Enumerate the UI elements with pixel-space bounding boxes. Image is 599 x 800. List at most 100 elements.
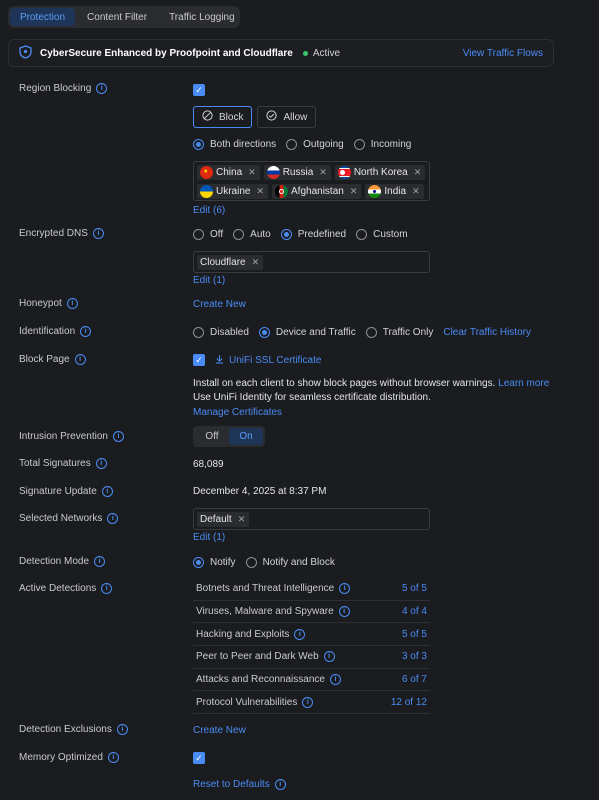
country-tags-field[interactable]: ★ China ✕ Russia ✕ North Korea ✕ Ukraine ✕ A…: [193, 161, 430, 201]
remove-icon[interactable]: ✕: [256, 186, 264, 197]
detection-count[interactable]: 12 of 12: [391, 697, 427, 708]
block-page-checkbox[interactable]: ✓: [193, 354, 205, 366]
networks-field[interactable]: Default ✕: [193, 508, 430, 530]
radio-outgoing[interactable]: Outgoing: [286, 139, 344, 150]
region-blocking-checkbox[interactable]: ✓: [193, 84, 205, 96]
allow-option[interactable]: Allow: [257, 106, 317, 128]
info-icon[interactable]: i: [112, 431, 124, 442]
detection-row[interactable]: Botnets and Threat Intelligence i 5 of 5: [193, 578, 430, 601]
info-icon[interactable]: i: [74, 354, 86, 365]
info-icon[interactable]: i: [339, 583, 351, 595]
radio-identification-traffic-only[interactable]: Traffic Only: [365, 327, 433, 338]
info-icon[interactable]: i: [338, 606, 350, 618]
ips-on-option[interactable]: On: [229, 428, 263, 445]
info-icon[interactable]: i: [101, 583, 113, 594]
allow-label: Allow: [283, 111, 308, 123]
honeypot-create-link[interactable]: Create New: [193, 299, 246, 310]
manage-certificates-link[interactable]: Manage Certificates: [193, 407, 282, 418]
info-icon[interactable]: i: [96, 83, 108, 94]
radio-dns-predefined[interactable]: Predefined: [280, 229, 346, 240]
info-icon[interactable]: i: [94, 556, 106, 567]
networks-edit-link[interactable]: Edit (1): [193, 532, 225, 543]
radio-identification-device-traffic[interactable]: Device and Traffic: [258, 327, 356, 338]
block-option[interactable]: Block: [193, 106, 253, 128]
detection-row[interactable]: Attacks and Reconnaissance i 6 of 7: [193, 669, 430, 692]
download-certificate-link[interactable]: UniFi SSL Certificate: [215, 354, 321, 367]
radio-notify[interactable]: Notify: [193, 557, 236, 568]
reset-label: Reset to Defaults: [193, 779, 270, 790]
remove-icon[interactable]: ✕: [238, 514, 246, 525]
radio-notify-and-block[interactable]: Notify and Block: [245, 557, 335, 568]
info-icon[interactable]: i: [95, 458, 107, 469]
remove-icon[interactable]: ✕: [248, 167, 256, 178]
info-icon[interactable]: i: [107, 513, 119, 524]
detection-row[interactable]: Protocol Vulnerabilities i 12 of 12: [193, 691, 430, 715]
remove-icon[interactable]: ✕: [350, 186, 358, 197]
info-icon[interactable]: i: [302, 696, 314, 708]
detection-exclusions-label: Detection Exclusions i: [19, 724, 128, 735]
detection-count[interactable]: 5 of 5: [402, 629, 427, 640]
india-flag-icon: [368, 185, 382, 198]
radio-incoming[interactable]: Incoming: [353, 139, 411, 150]
tab-protection[interactable]: Protection: [10, 8, 76, 26]
info-icon[interactable]: i: [294, 628, 306, 640]
detection-row[interactable]: Hacking and Exploits i 5 of 5: [193, 623, 430, 647]
tab-content-filter[interactable]: Content Filter: [77, 8, 157, 26]
region-edit-link[interactable]: Edit (6): [193, 205, 225, 216]
active-detections-label: Active Detections i: [19, 583, 113, 594]
info-icon[interactable]: i: [80, 326, 92, 337]
detection-row[interactable]: Viruses, Malware and Spyware i 4 of 4: [193, 601, 430, 624]
info-icon[interactable]: i: [323, 651, 335, 663]
radio-both-directions[interactable]: Both directions: [193, 139, 276, 150]
view-traffic-flows-link[interactable]: View Traffic Flows: [463, 48, 543, 59]
detection-count[interactable]: 4 of 4: [402, 606, 427, 617]
remove-icon[interactable]: ✕: [412, 186, 420, 197]
detection-count[interactable]: 6 of 7: [402, 674, 427, 685]
selected-networks-label: Selected Networks i: [19, 513, 119, 524]
top-tabs: Protection Content Filter Traffic Loggin…: [8, 6, 240, 28]
radio-dns-custom[interactable]: Custom: [356, 229, 408, 240]
detection-count[interactable]: 5 of 5: [402, 583, 427, 594]
active-detections-table: Botnets and Threat Intelligence i 5 of 5 V…: [193, 578, 430, 715]
certificate-label: UniFi SSL Certificate: [229, 355, 322, 366]
detection-count[interactable]: 3 of 3: [402, 651, 427, 662]
tab-traffic-logging[interactable]: Traffic Logging: [159, 8, 245, 26]
china-flag-icon: ★: [200, 166, 213, 179]
radio-dns-auto[interactable]: Auto: [233, 229, 271, 240]
info-icon[interactable]: i: [116, 724, 128, 735]
remove-icon[interactable]: ✕: [252, 257, 260, 268]
total-signatures-label: Total Signatures i: [19, 458, 107, 469]
remove-icon[interactable]: ✕: [319, 167, 327, 178]
exclusions-create-link[interactable]: Create New: [193, 725, 246, 736]
radio-dns-off[interactable]: Off: [193, 229, 223, 240]
dns-edit-link[interactable]: Edit (1): [193, 275, 225, 286]
info-icon[interactable]: i: [92, 228, 104, 239]
reset-defaults-link[interactable]: Reset to Defaults i: [193, 779, 286, 790]
country-tag-china: ★ China ✕: [197, 165, 260, 180]
signature-update-label: Signature Update i: [19, 486, 113, 497]
region-blocking-label: Region Blocking i: [19, 83, 108, 94]
info-icon[interactable]: i: [66, 298, 78, 309]
intrusion-prevention-toggle: Off On: [193, 426, 265, 447]
clear-traffic-history-link[interactable]: Clear Traffic History: [443, 327, 531, 338]
detection-row[interactable]: Peer to Peer and Dark Web i 3 of 3: [193, 646, 430, 669]
learn-more-link[interactable]: Learn more: [498, 378, 549, 389]
ukraine-flag-icon: [200, 185, 213, 198]
block-page-label: Block Page i: [19, 354, 86, 365]
detection-mode-radio-group: Notify Notify and Block: [193, 557, 345, 568]
info-icon[interactable]: i: [101, 486, 113, 497]
block-page-desc-2: Use UniFi Identity for seamless certific…: [193, 392, 431, 403]
country-tag-north-korea: North Korea ✕: [334, 165, 426, 180]
dns-server-field[interactable]: Cloudflare ✕: [193, 251, 430, 273]
block-icon: [202, 110, 213, 124]
memory-optimized-checkbox[interactable]: ✓: [193, 752, 205, 764]
honeypot-label: Honeypot i: [19, 298, 78, 309]
info-icon[interactable]: i: [274, 779, 286, 790]
info-icon[interactable]: i: [329, 674, 341, 686]
ips-off-option[interactable]: Off: [195, 428, 229, 445]
remove-icon[interactable]: ✕: [414, 167, 422, 178]
afghanistan-flag-icon: [275, 185, 289, 198]
radio-identification-disabled[interactable]: Disabled: [193, 327, 249, 338]
identification-radio-group: Disabled Device and Traffic Traffic Only…: [193, 327, 531, 338]
info-icon[interactable]: i: [107, 752, 119, 763]
